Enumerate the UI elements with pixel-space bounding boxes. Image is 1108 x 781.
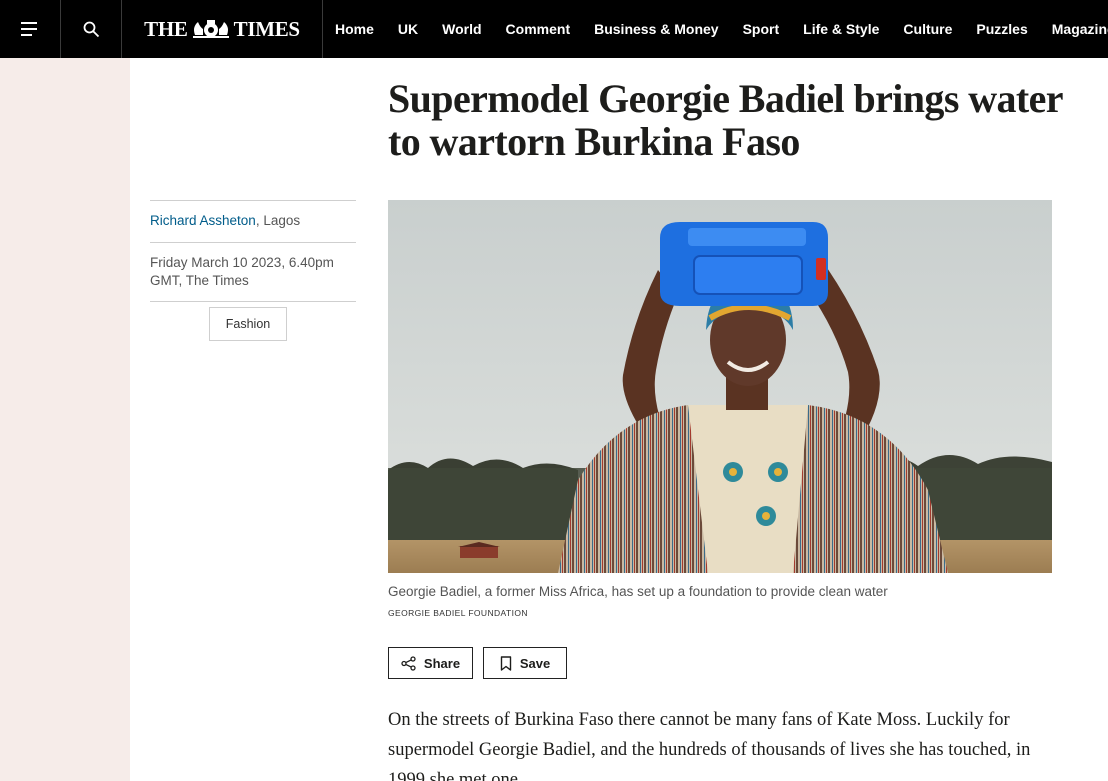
nav-comment[interactable]: Comment (494, 0, 583, 58)
search-button[interactable] (61, 0, 122, 58)
logo: THE TIMES (144, 17, 300, 42)
byline: Richard Assheton, Lagos (150, 200, 356, 242)
crest-icon (192, 20, 229, 38)
nav-culture[interactable]: Culture (891, 0, 964, 58)
save-button[interactable]: Save (483, 647, 567, 679)
publish-date: Friday March 10 2023, 6.40pm GMT, The Ti… (150, 242, 356, 302)
byline-location: , Lagos (255, 213, 301, 228)
nav-puzzles[interactable]: Puzzles (964, 0, 1039, 58)
nav-business-money[interactable]: Business & Money (582, 0, 730, 58)
menu-button[interactable] (0, 0, 61, 58)
image-caption: Georgie Badiel, a former Miss Africa, ha… (388, 584, 888, 599)
share-icon (401, 655, 416, 671)
nav-world[interactable]: World (430, 0, 493, 58)
menu-icon (21, 22, 37, 36)
author-link[interactable]: Richard Assheton (150, 213, 256, 228)
left-rail (0, 58, 130, 781)
share-button[interactable]: Share (388, 647, 473, 679)
article-body-paragraph: On the streets of Burkina Faso there can… (388, 710, 1031, 781)
logo-link[interactable]: THE TIMES (122, 0, 323, 58)
nav-home[interactable]: Home (323, 0, 386, 58)
bookmark-icon (500, 655, 512, 671)
article-meta: Richard Assheton, Lagos Friday March 10 … (150, 200, 356, 341)
tag-fashion[interactable]: Fashion (209, 307, 287, 341)
logo-text-the: THE (144, 16, 188, 41)
image-credit: GEORGIE BADIEL FOUNDATION (388, 608, 528, 618)
search-icon (83, 21, 99, 37)
hero-image (388, 200, 1052, 573)
article-headline: Supermodel Georgie Badiel brings water t… (388, 76, 1063, 164)
nav-uk[interactable]: UK (386, 0, 430, 58)
share-label: Share (423, 655, 461, 671)
nav-life-style[interactable]: Life & Style (791, 0, 891, 58)
save-label: Save (519, 655, 551, 671)
main-nav: Home UK World Comment Business & Money S… (323, 0, 1108, 58)
top-bar: THE TIMES Home UK World Comment Business… (0, 0, 1108, 58)
nav-magazines[interactable]: Magazines (1040, 0, 1108, 58)
nav-sport[interactable]: Sport (731, 0, 792, 58)
hero-photo-illustration (388, 200, 1052, 573)
logo-text-times: TIMES (233, 16, 300, 41)
